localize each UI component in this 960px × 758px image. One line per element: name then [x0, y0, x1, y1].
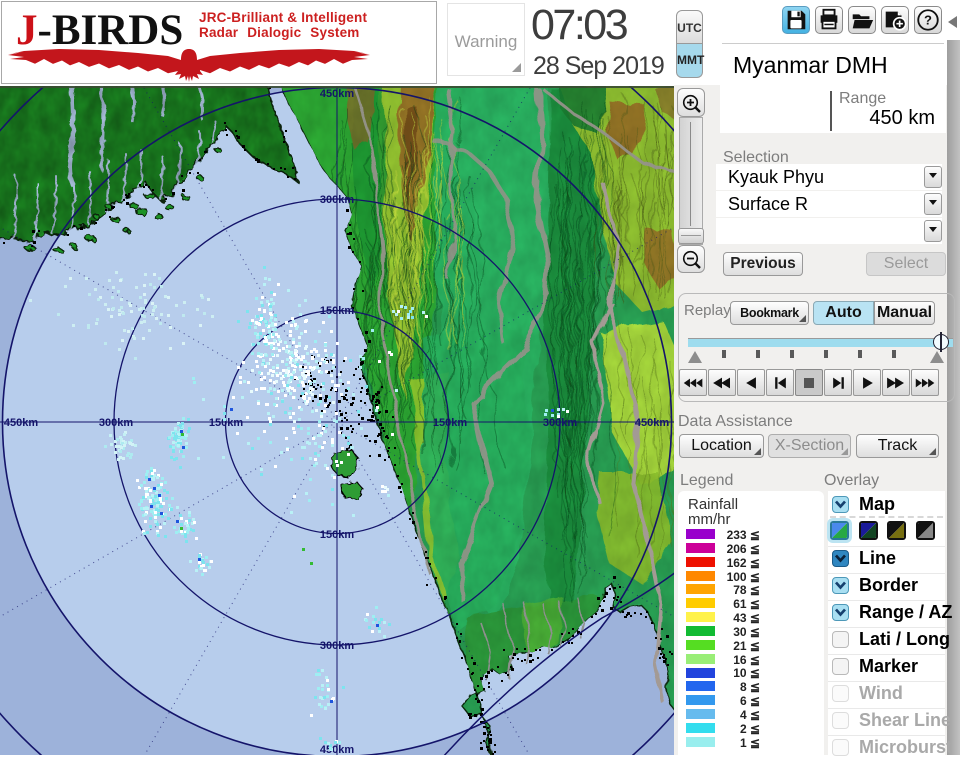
svg-text:450km: 450km — [320, 744, 354, 755]
svg-text:300km: 300km — [320, 640, 354, 652]
svg-text:?: ? — [924, 13, 932, 28]
svg-text:450km: 450km — [4, 417, 38, 429]
svg-text:300km: 300km — [320, 194, 354, 206]
svg-text:150km: 150km — [320, 529, 354, 541]
svg-text:450km: 450km — [635, 417, 669, 429]
svg-text:300km: 300km — [99, 417, 133, 429]
svg-text:150km: 150km — [320, 305, 354, 317]
svg-text:450km: 450km — [320, 88, 354, 100]
svg-text:150km: 150km — [433, 417, 467, 429]
svg-text:150km: 150km — [209, 417, 243, 429]
svg-text:300km: 300km — [543, 417, 577, 429]
